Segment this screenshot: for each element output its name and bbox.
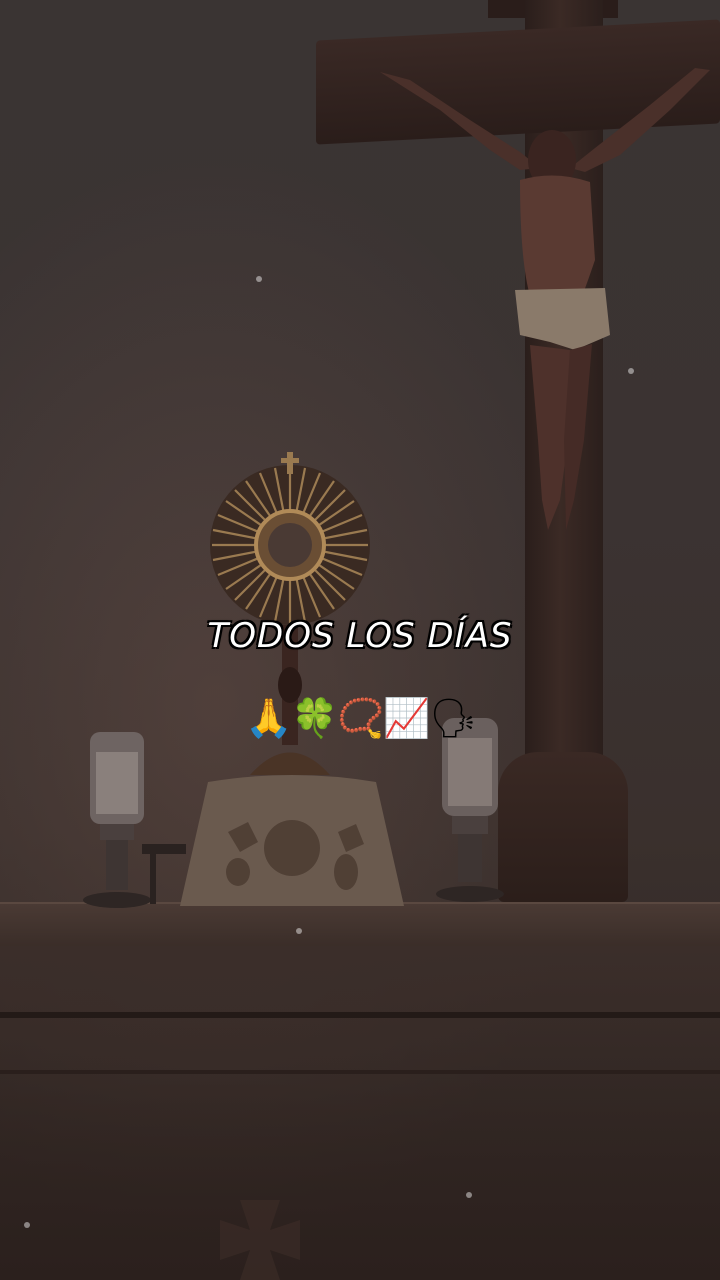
- altar-groove: [0, 1070, 720, 1074]
- monstrance-veil: [178, 772, 406, 908]
- candle-left: [83, 732, 186, 908]
- dust-speck: [466, 1192, 472, 1198]
- crucifix-corpus: [380, 68, 710, 530]
- four-leaf-clover-icon: 🍀: [291, 696, 341, 740]
- overlay-caption: TODOS LOS DÍAS: [207, 616, 513, 656]
- altar-front: [0, 946, 720, 1280]
- dust-speck: [256, 276, 262, 282]
- altar-cross-icon: [220, 1200, 300, 1280]
- dust-speck: [24, 1222, 30, 1228]
- dust-speck: [628, 368, 634, 374]
- altar-groove: [0, 1012, 720, 1018]
- speaking-head-icon: 🗣: [429, 696, 480, 740]
- dust-speck: [296, 928, 302, 934]
- photo-scene: TODOS LOS DÍAS 🙏🍀📿📈🗣: [0, 0, 720, 1280]
- praying-hands-icon: 🙏: [245, 696, 295, 740]
- chart-increasing-icon: 📈: [383, 696, 433, 740]
- crucifix-base: [498, 752, 628, 902]
- prayer-beads-icon: 📿: [337, 696, 387, 740]
- emoji-row: 🙏🍀📿📈🗣: [0, 694, 720, 742]
